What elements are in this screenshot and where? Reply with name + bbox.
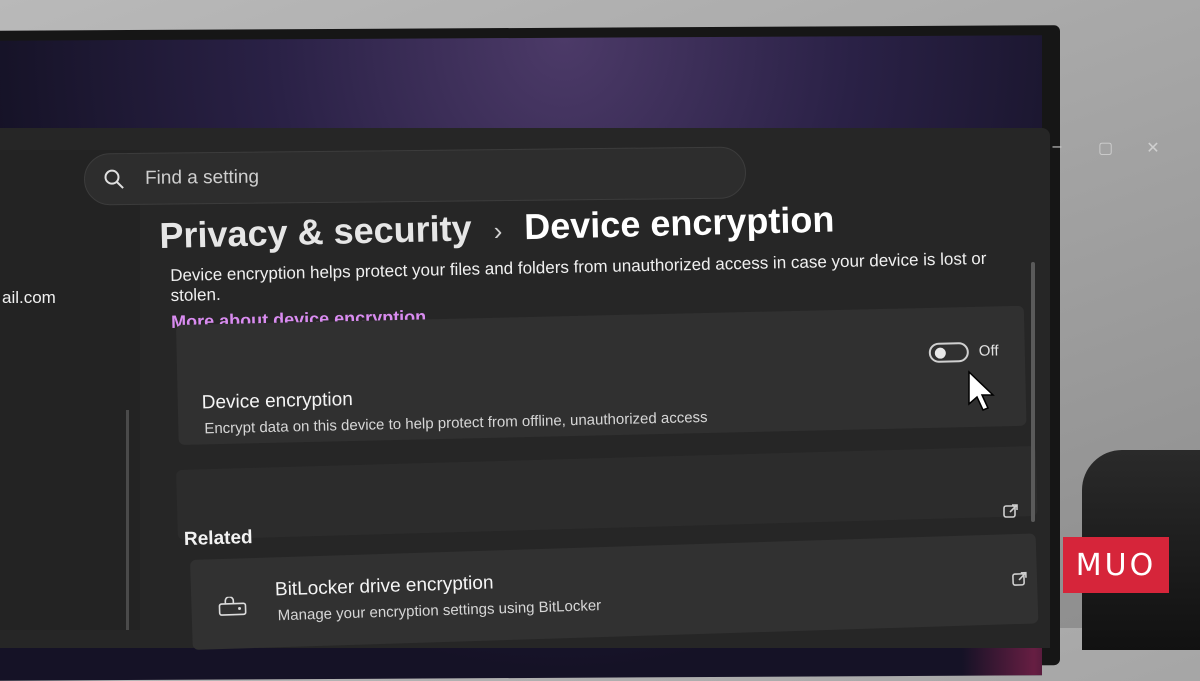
mouse-cursor-icon bbox=[968, 370, 995, 411]
device-encryption-card: Off Device encryption Encrypt data on th… bbox=[176, 305, 1027, 445]
toggle-knob bbox=[934, 347, 946, 359]
external-link-icon[interactable] bbox=[1011, 570, 1030, 589]
sidebar bbox=[0, 150, 140, 630]
chevron-right-icon: › bbox=[493, 215, 503, 246]
search-input[interactable] bbox=[142, 161, 648, 191]
window-controls: – ▢ ✕ bbox=[1050, 138, 1160, 158]
page-title: Device encryption bbox=[523, 198, 835, 248]
account-email: ail.com bbox=[2, 288, 56, 307]
device-encryption-description: Encrypt data on this device to help prot… bbox=[204, 408, 708, 438]
brand-logo: MUO bbox=[1063, 537, 1169, 593]
bitlocker-icon bbox=[218, 596, 247, 616]
related-heading: Related bbox=[183, 527, 253, 550]
device-encryption-title: Device encryption bbox=[201, 389, 354, 414]
minimize-icon[interactable]: – bbox=[1050, 138, 1064, 158]
search-box[interactable] bbox=[83, 146, 747, 206]
device-encryption-toggle[interactable] bbox=[928, 342, 970, 363]
maximize-icon[interactable]: ▢ bbox=[1098, 138, 1113, 158]
external-link-icon[interactable] bbox=[1002, 502, 1020, 520]
close-icon[interactable]: ✕ bbox=[1146, 138, 1160, 158]
brand-logo-text: MUO bbox=[1075, 547, 1157, 583]
bitlocker-description: Manage your encryption settings using Bi… bbox=[277, 597, 602, 625]
bitlocker-title: BitLocker drive encryption bbox=[274, 572, 494, 601]
scrollbar[interactable] bbox=[1031, 262, 1035, 522]
breadcrumb-parent[interactable]: Privacy & security bbox=[159, 207, 472, 257]
search-icon bbox=[104, 169, 124, 189]
nav-divider bbox=[126, 410, 129, 630]
toggle-state-label: Off bbox=[978, 342, 999, 360]
